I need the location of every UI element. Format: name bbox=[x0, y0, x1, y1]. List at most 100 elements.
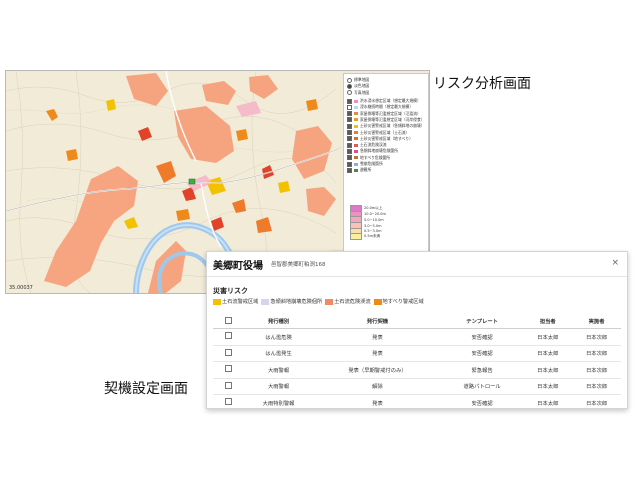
table-cell: 大雨警報 bbox=[243, 378, 315, 395]
row-checkbox[interactable] bbox=[224, 365, 232, 373]
table-row[interactable]: 大雨警報 発表（早期警戒付のみ） 緊急報告 日本太郎 日本次郎 bbox=[213, 361, 621, 379]
table-cell: 大雨特別警報 bbox=[243, 394, 315, 412]
table-cell: 発表（早期警戒付のみ） bbox=[314, 361, 441, 379]
row-select-cell[interactable] bbox=[213, 345, 243, 362]
table-row[interactable]: 大雨特別警報 発表 安否確認 日本太郎 日本次郎 bbox=[213, 394, 621, 412]
row-checkbox[interactable] bbox=[224, 398, 232, 406]
overlay-layer-label: 急傾斜地崩壊危険箇所 bbox=[360, 148, 398, 154]
legend-color-box bbox=[350, 233, 362, 241]
table-row[interactable]: はん濫発生 発表 安否確認 日本太郎 日本次郎 bbox=[213, 345, 621, 362]
layer-checkbox[interactable] bbox=[347, 167, 352, 173]
radio-button[interactable] bbox=[347, 77, 352, 83]
legend-label: 0.5~3.0m bbox=[364, 229, 382, 234]
layer-color-swatch bbox=[354, 105, 358, 109]
layer-color-swatch bbox=[354, 168, 358, 172]
risk-tag: 急傾斜地崩壊危険個所 bbox=[261, 298, 322, 305]
layer-color-swatch bbox=[354, 137, 358, 141]
layer-panel: 標準地図 淡色地図 写真地図 洪水浸水想定区域（想定最大規模） 浸水継続時間（想定最大… bbox=[343, 73, 429, 265]
map-scale-text: 35.00037 bbox=[9, 285, 33, 291]
table-cell: 日本次郎 bbox=[572, 361, 621, 379]
table-cell: 日本太郎 bbox=[523, 394, 573, 412]
base-layer-label: 写真地図 bbox=[354, 89, 370, 95]
row-select-cell[interactable] bbox=[213, 394, 243, 412]
layer-color-swatch bbox=[354, 124, 358, 128]
table-cell: 道路パトロール bbox=[440, 378, 524, 395]
risk-color-swatch bbox=[261, 298, 270, 305]
risk-tag-list: 土石流警戒区域 急傾斜地崩壊危険個所 土石流危険渓流 地すべり警戒区域 bbox=[213, 298, 427, 305]
table-cell: 日本次郎 bbox=[572, 394, 621, 412]
radio-button[interactable] bbox=[347, 83, 352, 89]
overlay-layer-label: 土砂災害警戒区域（土石流） bbox=[360, 129, 410, 135]
overlay-layer-option[interactable]: 避難所 bbox=[344, 167, 428, 173]
legend-label: 5.0~10.0m bbox=[364, 217, 384, 222]
overlay-layer-label: 洪水浸水想定区域（想定最大規模） bbox=[360, 98, 421, 104]
layer-checkbox[interactable] bbox=[347, 136, 352, 142]
layer-checkbox[interactable] bbox=[347, 130, 352, 136]
table-cell: 発表 bbox=[314, 394, 441, 412]
table-cell: 日本太郎 bbox=[523, 345, 573, 362]
facility-address: 邑智郡美郷町粕渕168 bbox=[271, 262, 326, 268]
risk-tag: 土石流警戒区域 bbox=[213, 298, 258, 305]
column-header: テンプレート bbox=[440, 314, 524, 329]
row-checkbox[interactable] bbox=[224, 332, 232, 340]
risk-tag-label: 急傾斜地崩壊危険個所 bbox=[270, 299, 323, 305]
trigger-setting-dialog: 美郷町役場 邑智郡美郷町粕渕168 × 災害リスク 土石流警戒区域 急傾斜地崩壊危… bbox=[206, 251, 628, 412]
legend-label: 0.5m未満 bbox=[364, 234, 380, 239]
legend-label: 10.0~20.0m bbox=[364, 212, 386, 217]
base-layer-list: 標準地図 淡色地図 写真地図 bbox=[344, 77, 428, 96]
layer-checkbox[interactable] bbox=[347, 142, 352, 148]
table-header-row: 発行種別 発行契機 テンプレート 担当者 実施者 bbox=[213, 314, 621, 329]
legend-label: 20.0m以上 bbox=[364, 206, 383, 211]
close-icon[interactable]: × bbox=[611, 258, 619, 268]
dialog-title: 美郷町役場 bbox=[213, 260, 263, 272]
overlay-layer-label: 土砂災害警戒区域（急傾斜地の崩壊） bbox=[360, 123, 425, 129]
layer-checkbox[interactable] bbox=[347, 104, 352, 110]
row-checkbox[interactable] bbox=[224, 381, 232, 389]
overlay-layer-label: 避難所 bbox=[360, 167, 372, 173]
column-header: 実施者 bbox=[572, 314, 621, 329]
row-select-cell[interactable] bbox=[213, 361, 243, 379]
column-header: 担当者 bbox=[523, 314, 573, 329]
layer-color-swatch bbox=[354, 143, 358, 147]
layer-checkbox[interactable] bbox=[347, 98, 352, 104]
layer-checkbox[interactable] bbox=[347, 123, 352, 129]
table-cell: 安否確認 bbox=[440, 328, 524, 346]
table-cell: 発表 bbox=[314, 328, 441, 346]
legend-label: 3.0~5.0m bbox=[364, 223, 382, 228]
table-cell: 日本太郎 bbox=[523, 378, 573, 395]
layer-checkbox[interactable] bbox=[347, 111, 352, 117]
layer-checkbox[interactable] bbox=[347, 155, 352, 161]
depth-legend: 20.0m以上 10.0~20.0m 5.0~10.0m 3.0~5.0m 0.5~3.… bbox=[350, 205, 390, 241]
layer-checkbox[interactable] bbox=[347, 117, 352, 123]
table-cell: 日本次郎 bbox=[572, 328, 621, 346]
dialog-header: 美郷町役場 邑智郡美郷町粕渕168 × bbox=[207, 252, 627, 277]
trigger-table-body: はん濫危険 発表 安否確認 日本太郎 日本次郎 はん濫発生 発表 安否確認 日本太郎 日本次郎 大雨… bbox=[213, 328, 621, 412]
row-select-cell[interactable] bbox=[213, 328, 243, 346]
risk-color-swatch bbox=[373, 298, 382, 305]
layer-checkbox[interactable] bbox=[347, 161, 352, 167]
overlay-layer-label: 土石流危険渓流 bbox=[360, 142, 387, 148]
layer-checkbox[interactable] bbox=[347, 148, 352, 154]
overlay-layer-label: 浸水継続時間（想定最大規模） bbox=[360, 104, 414, 110]
column-header: 発行契機 bbox=[314, 314, 441, 329]
legend-item: 0.5m未満 bbox=[350, 233, 390, 241]
risk-color-swatch bbox=[325, 298, 334, 305]
base-layer-label: 淡色地図 bbox=[354, 83, 370, 89]
table-row[interactable]: 大雨警報 解除 道路パトロール 日本太郎 日本次郎 bbox=[213, 378, 621, 395]
row-select-cell[interactable] bbox=[213, 378, 243, 395]
select-all-column[interactable] bbox=[213, 314, 243, 329]
base-layer-label: 標準地図 bbox=[354, 77, 370, 83]
radio-button[interactable] bbox=[347, 90, 352, 96]
table-cell: 日本太郎 bbox=[523, 361, 573, 379]
select-all-checkbox[interactable] bbox=[224, 316, 232, 324]
overlay-layer-label: 家屋倒壊等氾濫想定区域（氾濫流） bbox=[360, 110, 421, 116]
row-checkbox[interactable] bbox=[224, 348, 232, 356]
layer-color-swatch bbox=[354, 118, 358, 122]
table-cell: 緊急報告 bbox=[440, 361, 524, 379]
table-cell: 解除 bbox=[314, 378, 441, 395]
risk-tag: 土石流危険渓流 bbox=[325, 298, 371, 305]
table-cell: 日本次郎 bbox=[572, 345, 621, 362]
layer-color-swatch bbox=[354, 149, 358, 153]
table-cell: はん濫発生 bbox=[243, 345, 315, 362]
table-row[interactable]: はん濫危険 発表 安否確認 日本太郎 日本次郎 bbox=[213, 328, 621, 346]
